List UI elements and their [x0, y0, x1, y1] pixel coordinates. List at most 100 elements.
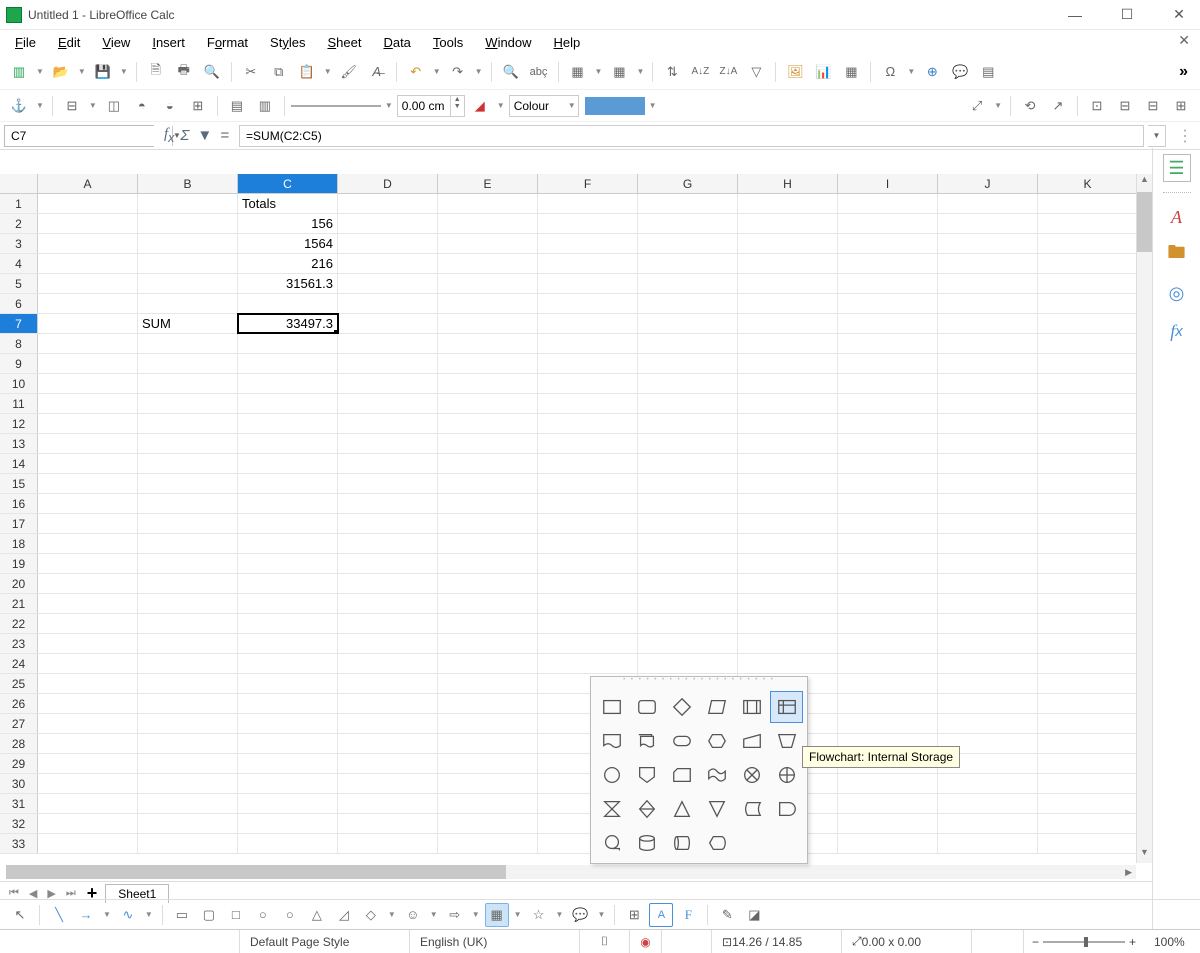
- cell-D4[interactable]: [338, 254, 438, 273]
- flowchart-shapes-icon[interactable]: ▦: [485, 903, 509, 927]
- cell-J15[interactable]: [938, 474, 1038, 493]
- flowchart-terminator-icon[interactable]: [665, 725, 698, 757]
- cell-H6[interactable]: [738, 294, 838, 313]
- cell-B22[interactable]: [138, 614, 238, 633]
- sort-asc-icon[interactable]: A↓Z: [687, 59, 713, 85]
- column-header-F[interactable]: F: [538, 174, 638, 193]
- align-objects-icon[interactable]: ⊟: [59, 93, 85, 119]
- cell-J21[interactable]: [938, 594, 1038, 613]
- cell-F8[interactable]: [538, 334, 638, 353]
- cell-C15[interactable]: [238, 474, 338, 493]
- cell-K10[interactable]: [1038, 374, 1138, 393]
- cell-B3[interactable]: [138, 234, 238, 253]
- textbox-icon[interactable]: ⊞: [622, 903, 646, 927]
- cell-I19[interactable]: [838, 554, 938, 573]
- flowchart-delay-icon[interactable]: [770, 793, 803, 825]
- cell-J6[interactable]: [938, 294, 1038, 313]
- cell-E7[interactable]: [438, 314, 538, 333]
- cell-E8[interactable]: [438, 334, 538, 353]
- cell-G2[interactable]: [638, 214, 738, 233]
- cell-D10[interactable]: [338, 374, 438, 393]
- basic-shapes-icon[interactable]: ◇: [359, 903, 383, 927]
- cell-C21[interactable]: [238, 594, 338, 613]
- scroll-down-arrow[interactable]: ▼: [1137, 847, 1152, 863]
- flowchart-process-icon[interactable]: [595, 691, 628, 723]
- cell-D14[interactable]: [338, 454, 438, 473]
- row-header-22[interactable]: 22: [0, 614, 38, 633]
- flowchart-sequential-access-icon[interactable]: [595, 827, 628, 859]
- cell-K3[interactable]: [1038, 234, 1138, 253]
- to-background-icon[interactable]: ▥: [252, 93, 278, 119]
- cell-D27[interactable]: [338, 714, 438, 733]
- row-header-20[interactable]: 20: [0, 574, 38, 593]
- cell-K24[interactable]: [1038, 654, 1138, 673]
- row-header-17[interactable]: 17: [0, 514, 38, 533]
- cell-H2[interactable]: [738, 214, 838, 233]
- points-icon[interactable]: ↗: [1045, 93, 1071, 119]
- cell-J4[interactable]: [938, 254, 1038, 273]
- cell-F9[interactable]: [538, 354, 638, 373]
- redo-icon[interactable]: ↷: [445, 59, 471, 85]
- cell-K31[interactable]: [1038, 794, 1138, 813]
- cell-B11[interactable]: [138, 394, 238, 413]
- cell-H17[interactable]: [738, 514, 838, 533]
- cell-E27[interactable]: [438, 714, 538, 733]
- save-dropdown[interactable]: ▼: [118, 67, 130, 76]
- cell-B8[interactable]: [138, 334, 238, 353]
- cell-C11[interactable]: [238, 394, 338, 413]
- minimize-button[interactable]: —: [1060, 7, 1090, 23]
- cell-A10[interactable]: [38, 374, 138, 393]
- cell-D21[interactable]: [338, 594, 438, 613]
- cell-B30[interactable]: [138, 774, 238, 793]
- status-signature[interactable]: [662, 930, 712, 953]
- undo-icon[interactable]: ↶: [403, 59, 429, 85]
- cell-J5[interactable]: [938, 274, 1038, 293]
- close-document-button[interactable]: ✕: [1178, 32, 1190, 49]
- insert-image-icon[interactable]: 🖼: [782, 59, 808, 85]
- cell-G20[interactable]: [638, 574, 738, 593]
- cell-B17[interactable]: [138, 514, 238, 533]
- cell-B9[interactable]: [138, 354, 238, 373]
- cell-K20[interactable]: [1038, 574, 1138, 593]
- cell-D31[interactable]: [338, 794, 438, 813]
- status-page-style[interactable]: Default Page Style: [240, 930, 410, 953]
- cell-K30[interactable]: [1038, 774, 1138, 793]
- menu-file[interactable]: File: [6, 33, 45, 52]
- scroll-right-arrow[interactable]: ▶: [1121, 867, 1136, 878]
- cell-C16[interactable]: [238, 494, 338, 513]
- select-all-corner[interactable]: [0, 174, 38, 193]
- cell-H7[interactable]: [738, 314, 838, 333]
- cell-A16[interactable]: [38, 494, 138, 513]
- cell-D17[interactable]: [338, 514, 438, 533]
- cell-E32[interactable]: [438, 814, 538, 833]
- cell-I24[interactable]: [838, 654, 938, 673]
- cell-A19[interactable]: [38, 554, 138, 573]
- cell-E31[interactable]: [438, 794, 538, 813]
- flowchart-direct-access-icon[interactable]: [665, 827, 698, 859]
- rotate-icon[interactable]: ⟲: [1017, 93, 1043, 119]
- cell-A6[interactable]: [38, 294, 138, 313]
- cell-E9[interactable]: [438, 354, 538, 373]
- redo-dropdown[interactable]: ▼: [473, 67, 485, 76]
- cell-E21[interactable]: [438, 594, 538, 613]
- cell-B27[interactable]: [138, 714, 238, 733]
- cell-I18[interactable]: [838, 534, 938, 553]
- square-icon[interactable]: □: [224, 903, 248, 927]
- cell-K5[interactable]: [1038, 274, 1138, 293]
- cell-H18[interactable]: [738, 534, 838, 553]
- row-header-12[interactable]: 12: [0, 414, 38, 433]
- menu-sheet[interactable]: Sheet: [318, 33, 370, 52]
- cell-I2[interactable]: [838, 214, 938, 233]
- cell-F23[interactable]: [538, 634, 638, 653]
- rounded-rect-icon[interactable]: ▢: [197, 903, 221, 927]
- sum-icon[interactable]: Σ: [180, 127, 189, 144]
- cell-G10[interactable]: [638, 374, 738, 393]
- row-header-6[interactable]: 6: [0, 294, 38, 313]
- cell-C29[interactable]: [238, 754, 338, 773]
- cell-D23[interactable]: [338, 634, 438, 653]
- line-width-field[interactable]: ▲▼: [397, 95, 465, 117]
- cell-E10[interactable]: [438, 374, 538, 393]
- cell-B2[interactable]: [138, 214, 238, 233]
- cell-E29[interactable]: [438, 754, 538, 773]
- cell-K21[interactable]: [1038, 594, 1138, 613]
